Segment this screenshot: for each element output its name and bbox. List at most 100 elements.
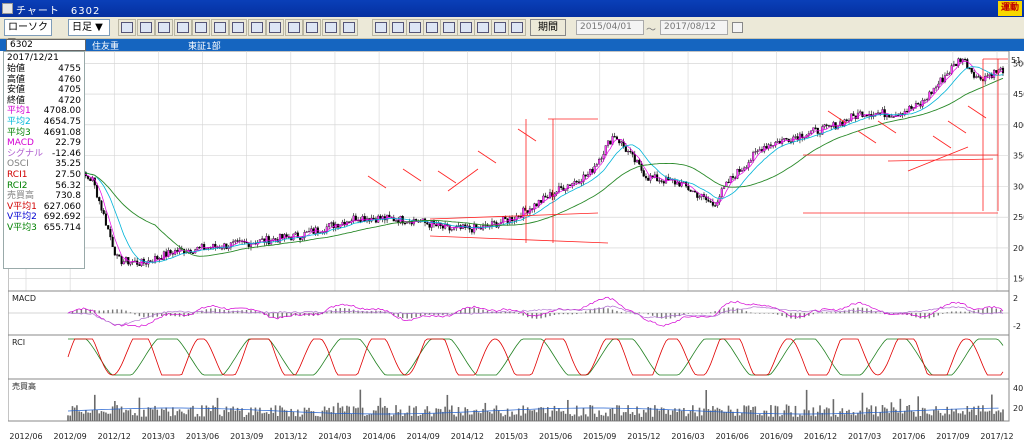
info-value: 692.692: [43, 212, 81, 223]
toolbar-tool-icon[interactable]: [372, 19, 390, 36]
volume-bar: [451, 405, 453, 421]
candle-body: [403, 222, 407, 225]
toolbar-tool-icon[interactable]: [303, 19, 321, 36]
volume-bar: [167, 411, 170, 421]
toolbar-tool-icon[interactable]: [173, 19, 192, 36]
toolbar-tool-icon[interactable]: [508, 19, 526, 36]
volume-bar: [444, 406, 446, 421]
volume-bar: [210, 411, 212, 421]
volume-bar: [716, 407, 719, 421]
candle-body: [723, 186, 726, 189]
macd-bar: [723, 308, 725, 314]
toolbar-tool-icon[interactable]: [491, 19, 509, 36]
toolbar-tool-icon[interactable]: [266, 19, 284, 36]
macd-bar: [866, 308, 868, 314]
volume-bar: [198, 416, 201, 421]
volume-bar: [712, 406, 714, 421]
candle-body: [363, 216, 366, 222]
period-dropdown[interactable]: 日足 ▼: [68, 19, 110, 36]
toolbar-tool-icon[interactable]: [423, 19, 441, 36]
chart-area[interactable]: 150200250300350400450500 51 MACD 2 -2 RC…: [8, 51, 1024, 446]
stock-code-input[interactable]: 6302: [6, 39, 86, 51]
info-key: 始値: [7, 64, 26, 74]
info-value: 4705: [58, 85, 81, 96]
toolbar-tool-icon[interactable]: [229, 19, 247, 36]
toolbar-tool-icon[interactable]: [457, 19, 475, 36]
volume-bar: [663, 408, 665, 421]
toolbar-tool-icon[interactable]: [155, 19, 173, 36]
macd-bar: [701, 313, 703, 314]
candle-body: [307, 231, 311, 233]
candle-body: [428, 224, 431, 228]
volume-bar: [181, 411, 183, 421]
candle-body: [100, 200, 103, 211]
macd-bar: [839, 311, 841, 314]
volume-bar: [609, 408, 612, 421]
volume-bar: [172, 407, 174, 421]
volume-bar: [772, 416, 774, 421]
volume-bar: [562, 410, 565, 421]
volume-bar: [665, 413, 667, 421]
volume-bar: [140, 416, 143, 421]
toolbar-tool-icon[interactable]: [210, 19, 229, 36]
macd-bar: [339, 308, 341, 314]
macd-bar: [759, 313, 761, 314]
status-badge[interactable]: 運動: [998, 1, 1022, 16]
x-tick-label: 2013/06: [186, 432, 219, 441]
date-checkbox[interactable]: [732, 22, 743, 33]
volume-bar: [558, 408, 560, 421]
info-row: 売買高 730.8: [4, 191, 84, 202]
info-key: 高値: [7, 74, 26, 85]
toolbar-tool-icon[interactable]: [247, 19, 266, 36]
toolbar-tool-icon[interactable]: [340, 19, 358, 36]
macd-bar: [616, 310, 618, 314]
toolbar-tool-icon[interactable]: [474, 19, 492, 36]
volume-bar: [611, 408, 614, 421]
toolbar-tool-icon[interactable]: [192, 19, 210, 36]
volume-bar: [361, 407, 364, 421]
candle-body: [765, 146, 768, 149]
candle-body: [352, 215, 355, 222]
candle-body: [544, 195, 547, 198]
price-tick-label: 400: [1013, 121, 1024, 130]
volume-bar: [370, 414, 373, 421]
toolbar-tool-icon[interactable]: [321, 19, 340, 36]
macd-bar: [205, 309, 208, 314]
volume-bar: [221, 416, 223, 421]
toolbar-tool-icon[interactable]: [440, 19, 458, 36]
chart-type-dropdown[interactable]: ローソク ▼: [4, 19, 52, 48]
volume-bar: [517, 408, 520, 421]
macd-bar: [196, 312, 199, 314]
volume-bar: [524, 413, 527, 421]
date-to-field[interactable]: 2017/08/12: [660, 20, 728, 35]
toolbar-tool-icon[interactable]: [118, 19, 136, 36]
volume-bar: [881, 405, 884, 421]
info-row: 始値 4755: [4, 64, 84, 75]
toolbar-tool-icon[interactable]: [136, 19, 155, 36]
candle-body: [676, 181, 679, 185]
candle-body: [243, 241, 246, 243]
candle-body: [600, 158, 603, 160]
candle-body: [573, 181, 576, 184]
volume-bar: [957, 413, 960, 421]
toolbar-tool-icon[interactable]: [284, 19, 303, 36]
macd-bar: [861, 307, 864, 314]
candle-body: [111, 236, 114, 248]
candle-body: [892, 116, 895, 118]
volume-bar: [265, 412, 268, 421]
candle-body: [803, 137, 806, 139]
period-button[interactable]: 期間: [530, 19, 566, 36]
toolbar-tool-icon[interactable]: [406, 19, 424, 36]
volume-bar: [480, 413, 482, 421]
x-tick-label: 2014/03: [318, 432, 351, 441]
date-from-field[interactable]: 2015/04/01: [576, 20, 644, 35]
volume-bar: [828, 408, 830, 421]
candle-body: [711, 201, 714, 206]
toolbar-tool-icon[interactable]: [389, 19, 407, 36]
x-tick-label: 2013/03: [142, 432, 175, 441]
volume-bar: [477, 412, 480, 421]
candle-body: [89, 178, 92, 181]
volume-bar: [919, 416, 922, 421]
app-icon: [2, 3, 13, 14]
macd-bar: [745, 311, 748, 314]
